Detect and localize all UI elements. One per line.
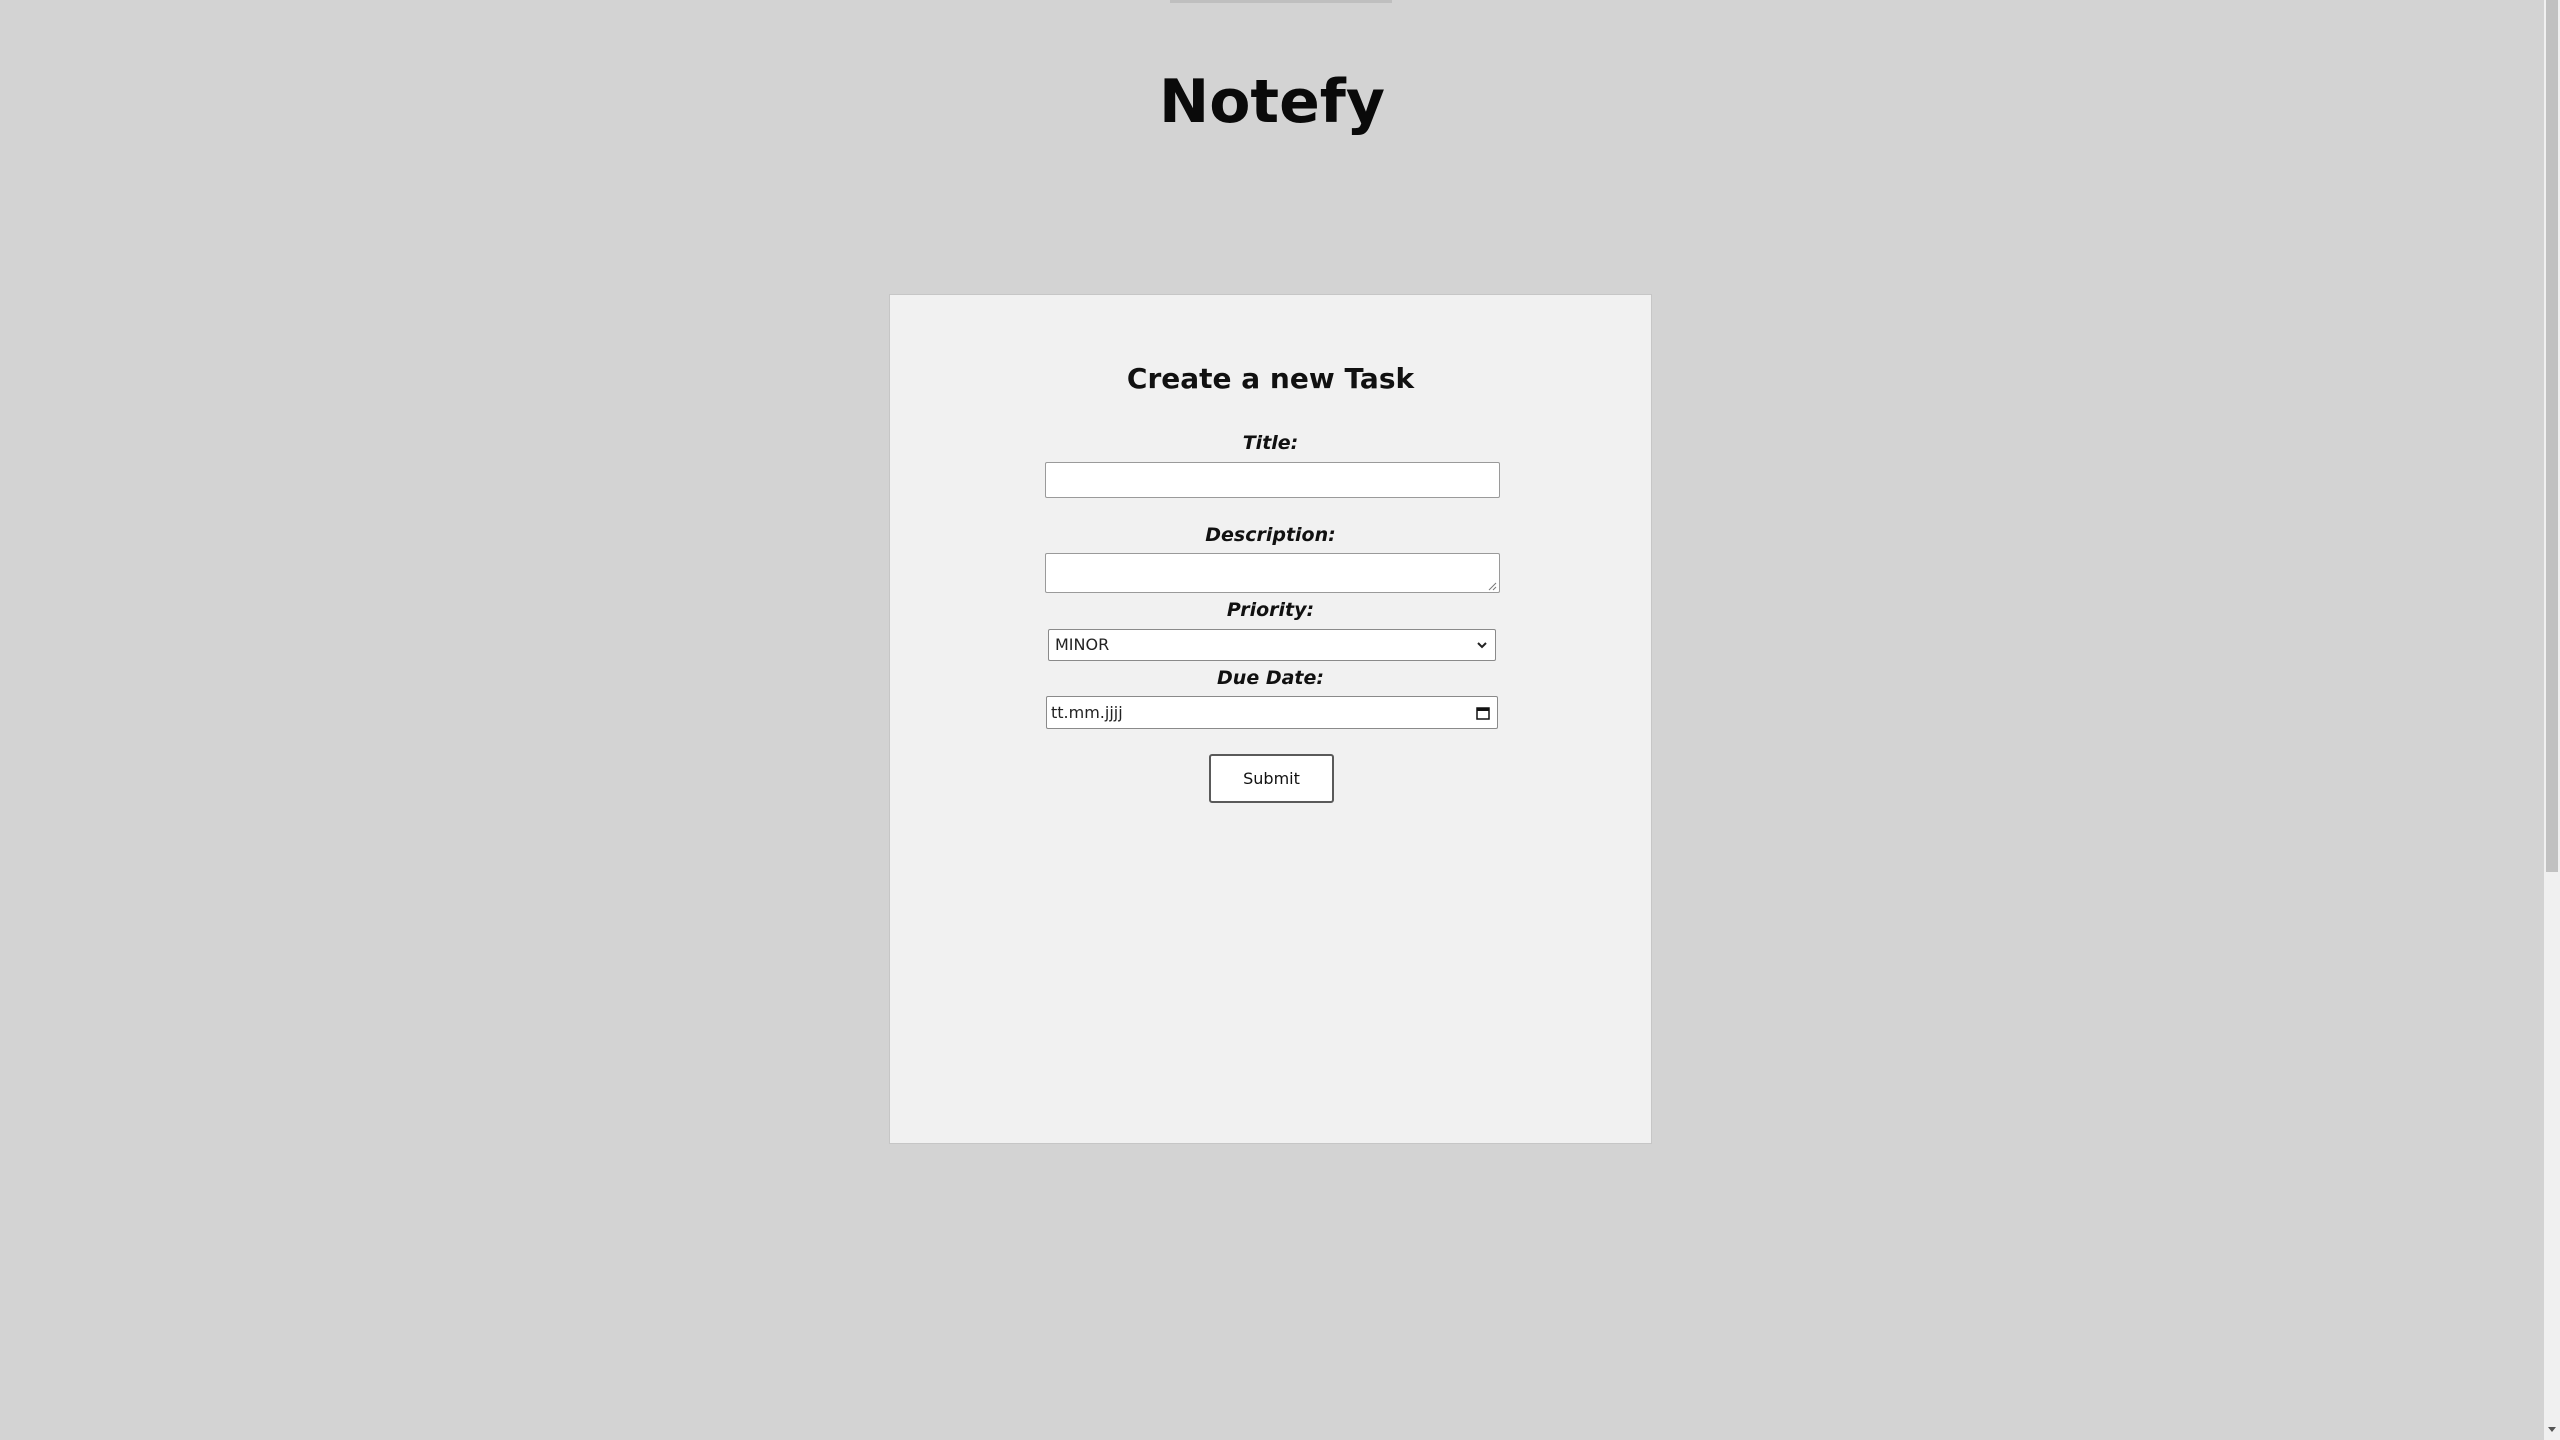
task-form-card: Create a new Task Title: Description: Pr… [889, 294, 1652, 1144]
scroll-down-arrow-icon[interactable] [2546, 1422, 2558, 1436]
app-title: Notefy [1158, 67, 1386, 137]
page: Notefy Create a new Task Title: Descript… [0, 0, 2544, 1440]
priority-select[interactable]: MINOR [1048, 629, 1496, 661]
title-label: Title: [1242, 432, 1299, 454]
due-date-input[interactable]: tt.mm.jjjj [1046, 696, 1498, 729]
resize-grip-icon[interactable] [1487, 581, 1497, 591]
due-date-placeholder: tt.mm.jjjj [1051, 703, 1123, 722]
chevron-down-icon [1477, 642, 1487, 649]
due-date-label: Due Date: [1217, 667, 1324, 689]
description-textarea[interactable] [1045, 553, 1500, 593]
scrollbar-thumb[interactable] [2546, 0, 2558, 872]
top-decoration [1170, 0, 1392, 3]
calendar-icon[interactable] [1475, 705, 1491, 721]
form-heading: Create a new Task [1126, 362, 1415, 395]
priority-selected-value: MINOR [1055, 635, 1110, 654]
description-label: Description: [1205, 524, 1336, 546]
title-input[interactable] [1045, 462, 1500, 498]
submit-button[interactable]: Submit [1209, 754, 1334, 803]
priority-label: Priority: [1226, 599, 1315, 621]
